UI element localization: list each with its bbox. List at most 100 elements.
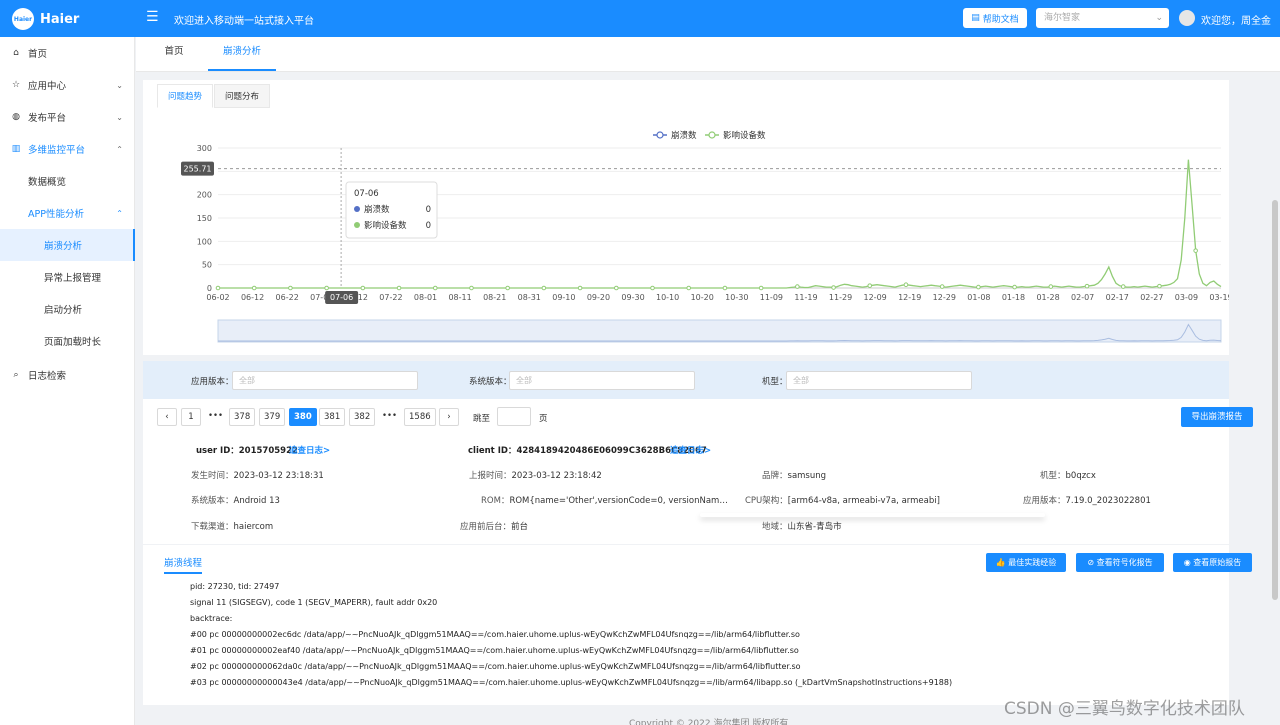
legend-label: 崩溃数: [671, 130, 697, 141]
crash-thread-title[interactable]: 崩溃线程: [164, 555, 203, 574]
next-page-button[interactable]: ›: [439, 408, 459, 426]
brand-row: 品牌：samsung: [762, 469, 826, 481]
best-practice-button[interactable]: 👍 最佳实践经验: [986, 553, 1066, 572]
logo[interactable]: Haier Haier: [12, 8, 79, 30]
model-label: 机型：: [1040, 471, 1066, 481]
app-version-label: 应用版本：: [191, 377, 234, 387]
report-time-value: 2023-03-12 23:18:42: [511, 471, 602, 481]
user-greeting[interactable]: 欢迎您，周全金: [1201, 12, 1271, 27]
menu-toggle-icon[interactable]: ☰: [146, 9, 162, 25]
crosshair-date: 07-06: [330, 293, 353, 302]
data-point: [396, 285, 402, 291]
client-id-label: client ID：: [468, 446, 517, 456]
tooltip-series-value: 0: [426, 221, 431, 231]
data-point: [831, 285, 836, 290]
page-button-current[interactable]: 380: [289, 408, 317, 426]
sidebar-item-startup-analysis[interactable]: 启动分析: [0, 293, 135, 325]
tab-crash-analysis[interactable]: 崩溃分析: [208, 37, 276, 71]
x-tick-label: 10-20: [691, 293, 714, 302]
filter-bar: 应用版本： 全部 系统版本： 全部 机型： 全部: [143, 361, 1229, 399]
trace-line: #00 pc 00000000002ec6dc /data/app/~~PncN…: [190, 630, 800, 639]
data-point: [686, 285, 692, 291]
sidebar-label-publish: 发布平台: [28, 113, 67, 124]
org-select[interactable]: 海尔智家 ⌄: [1036, 8, 1169, 28]
data-point: [976, 284, 981, 290]
avatar[interactable]: [1179, 10, 1195, 26]
sidebar-item-exception-report[interactable]: 异常上报管理: [0, 261, 135, 293]
crash-trend-chart[interactable]: 崩溃数影响设备数30025020015010050006-0206-1206-2…: [143, 80, 1229, 355]
brand-label: 品牌：: [762, 471, 788, 481]
page-scrollbar[interactable]: [1272, 200, 1278, 600]
crash-thread-panel: 崩溃线程 👍 最佳实践经验 ⊘ 查看符号化报告 ◉ 查看原始报告 pid: 27…: [143, 545, 1252, 705]
x-tick-label: 09-10: [552, 293, 575, 302]
x-tick-label: 01-18: [1002, 293, 1025, 302]
sidebar-item-publish[interactable]: ◍ 发布平台 ⌄: [0, 101, 135, 133]
tab-home[interactable]: 首页: [156, 37, 192, 71]
foreground-value: 前台: [511, 522, 529, 532]
client-trace-log-link[interactable]: 追查日志>: [670, 444, 711, 456]
app-version-select[interactable]: 全部: [232, 371, 418, 390]
sidebar-item-app-perf[interactable]: APP性能分析 ⌃: [0, 197, 135, 229]
data-point: [1193, 248, 1198, 253]
data-point: [251, 285, 257, 291]
page-button[interactable]: 382: [349, 408, 376, 426]
model-filter-label: 机型：: [762, 377, 788, 387]
os-version-select[interactable]: 全部: [509, 371, 695, 390]
org-select-value: 海尔智家: [1044, 13, 1081, 23]
dropdown-shadow: [700, 513, 1045, 517]
trace-line: #03 pc 00000000000043e4 /data/app/~~PncN…: [190, 678, 953, 687]
user-id-row: user ID：2015705922: [196, 444, 298, 456]
cpu-value: [arm64-v8a, armeabi-v7a, armeabi]: [787, 496, 940, 506]
data-point: [577, 285, 583, 291]
data-point: [867, 283, 873, 288]
user-trace-log-link[interactable]: 追查日志>: [289, 444, 330, 456]
help-docs-button[interactable]: ▤ 帮助文档: [963, 8, 1027, 28]
sidebar-item-home[interactable]: ⌂ 首页: [0, 37, 135, 69]
symbol-report-button[interactable]: ⊘ 查看符号化报告: [1076, 553, 1164, 572]
sidebar-item-page-load[interactable]: 页面加载时长: [0, 325, 135, 357]
sidebar-label-exception-report: 异常上报管理: [44, 273, 102, 284]
x-tick-label: 11-29: [829, 293, 852, 302]
data-point: [1157, 283, 1162, 289]
prev-page-button[interactable]: ‹: [157, 408, 177, 426]
app-version-value: 7.19.0_2023022801: [1065, 496, 1151, 506]
sidebar-item-app-center[interactable]: ☆ 应用中心 ⌄: [0, 69, 135, 101]
export-crash-report-button[interactable]: 导出崩溃报告: [1181, 407, 1253, 427]
page-button[interactable]: 1: [181, 408, 201, 426]
page-ellipsis[interactable]: •••: [204, 408, 228, 426]
model-select[interactable]: 全部: [786, 371, 972, 390]
eye-icon: ◉: [1183, 558, 1191, 567]
logo-text: Haier: [40, 11, 80, 27]
sidebar-item-monitor[interactable]: ▥ 多维监控平台 ⌃: [0, 133, 135, 165]
sidebar-item-crash-analysis[interactable]: 崩溃分析: [0, 229, 135, 261]
tooltip-series-name: 崩溃数: [364, 204, 390, 215]
os-value: Android 13: [233, 496, 280, 506]
page-ellipsis[interactable]: •••: [378, 408, 402, 426]
x-tick-label: 12-09: [864, 293, 887, 302]
x-tick-label: 08-31: [518, 293, 541, 302]
data-point: [505, 285, 510, 291]
page-button[interactable]: 378: [229, 408, 256, 426]
jump-page-input[interactable]: [497, 407, 531, 426]
data-point: [903, 282, 909, 288]
cpu-row: CPU架构：[arm64-v8a, armeabi-v7a, armeabi]: [745, 494, 940, 506]
x-tick-label: 08-11: [448, 293, 471, 302]
raw-report-button[interactable]: ◉ 查看原始报告: [1173, 553, 1252, 572]
jump-label: 跳至: [473, 414, 491, 424]
tooltip-marker: [354, 222, 360, 228]
tooltip-marker: [354, 206, 360, 212]
report-time-label: 上报时间：: [469, 471, 512, 481]
data-point: [722, 285, 728, 291]
page-button[interactable]: 1586: [404, 408, 436, 426]
sidebar-item-data-overview[interactable]: 数据概览: [0, 165, 135, 197]
chevron-down-icon: ⌄: [1155, 13, 1163, 23]
y-tick-label: 0: [207, 284, 212, 293]
sidebar-item-log-search[interactable]: ⌕ 日志检索: [0, 359, 135, 391]
y-tick-label: 100: [197, 237, 212, 246]
data-point: [469, 285, 474, 291]
chevron-up-icon: ⌃: [116, 208, 123, 218]
sidebar-label-app-center: 应用中心: [28, 81, 67, 92]
page-button[interactable]: 381: [319, 408, 346, 426]
page-button[interactable]: 379: [259, 408, 286, 426]
x-tick-label: 02-17: [1106, 293, 1129, 302]
